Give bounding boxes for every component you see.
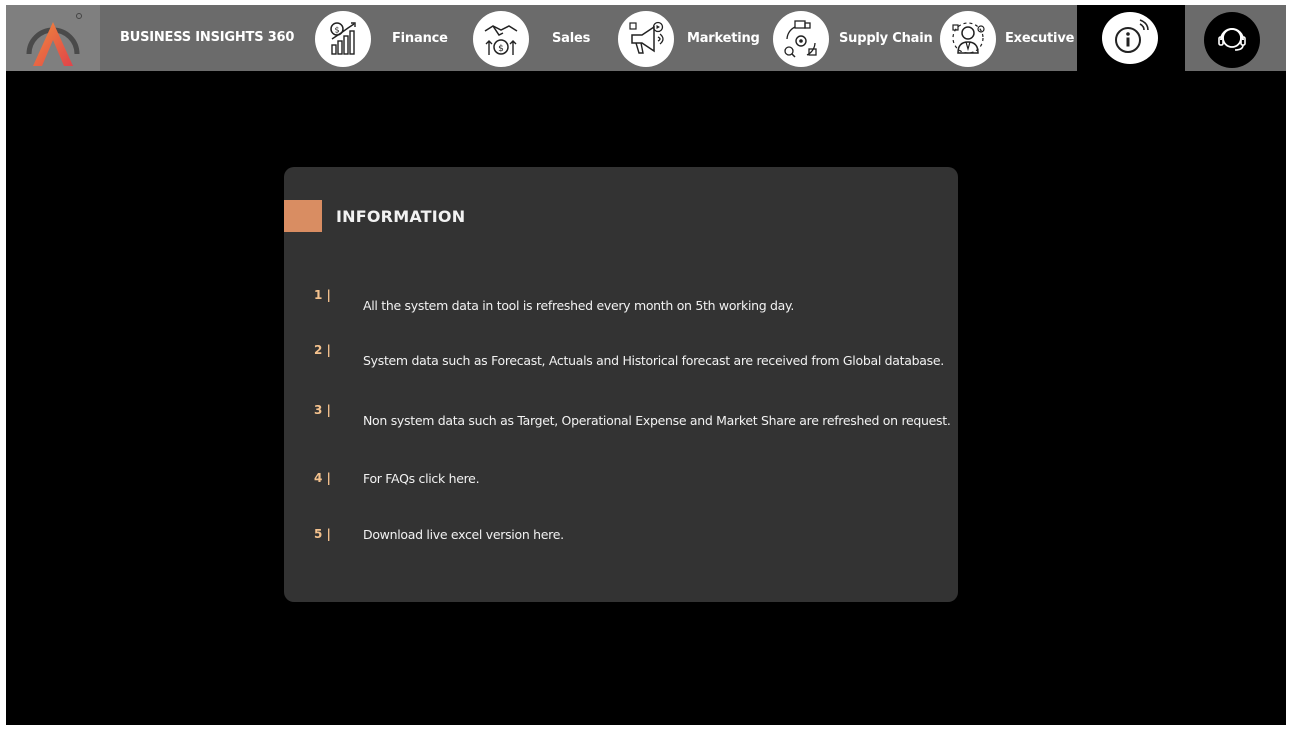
info-icon-circle bbox=[1102, 12, 1158, 64]
support-button[interactable] bbox=[1204, 12, 1260, 68]
handshake-dollar-icon: $ bbox=[484, 25, 518, 55]
report-canvas: BUSINESS INSIGHTS 360 $ Finance $ Sales … bbox=[6, 5, 1286, 725]
item-1-text: All the system data in tool is refreshed… bbox=[363, 298, 795, 313]
panel-accent-marker bbox=[284, 200, 322, 232]
marketing-nav-icon-button[interactable] bbox=[618, 11, 674, 67]
item-4-number: 4 | bbox=[314, 471, 331, 485]
nav-finance-label[interactable]: Finance bbox=[392, 5, 448, 71]
nav-supply-chain-label[interactable]: Supply Chain bbox=[839, 5, 933, 71]
brand-logo-icon bbox=[26, 13, 82, 66]
supply-chain-nav-icon-button[interactable] bbox=[773, 11, 829, 67]
item-3-number: 3 | bbox=[314, 403, 331, 417]
supply-chain-cycle-icon bbox=[784, 20, 817, 58]
sales-nav-icon-button[interactable]: $ bbox=[473, 11, 529, 67]
item-2-number: 2 | bbox=[314, 343, 331, 357]
nav-sales-label[interactable]: Sales bbox=[552, 5, 590, 71]
faq-link[interactable]: For FAQs click here. bbox=[363, 471, 480, 486]
finance-nav-icon-button[interactable]: $ bbox=[315, 11, 371, 67]
logo-container bbox=[6, 5, 100, 71]
finance-growth-chart-icon: $ bbox=[330, 22, 356, 55]
nav-executive-label[interactable]: Executive bbox=[1005, 5, 1074, 71]
info-icon bbox=[1115, 19, 1149, 53]
panel-title: INFORMATION bbox=[336, 207, 466, 226]
item-5-number: 5 | bbox=[314, 527, 331, 541]
svg-text:$: $ bbox=[334, 26, 339, 35]
information-panel: INFORMATION 1 | All the system data in t… bbox=[284, 167, 958, 602]
download-excel-link[interactable]: Download live excel version here. bbox=[363, 527, 564, 542]
item-2-text: System data such as Forecast, Actuals an… bbox=[363, 353, 944, 368]
svg-text:$: $ bbox=[498, 44, 504, 54]
nav-marketing-label[interactable]: Marketing bbox=[687, 5, 760, 71]
item-1-number: 1 | bbox=[314, 288, 331, 302]
info-tab[interactable] bbox=[1077, 5, 1185, 71]
item-3-text: Non system data such as Target, Operatio… bbox=[363, 413, 951, 428]
top-navigation-bar: BUSINESS INSIGHTS 360 $ Finance $ Sales … bbox=[6, 5, 1286, 71]
support-headset-icon bbox=[1218, 28, 1246, 51]
executive-person-icon bbox=[952, 22, 985, 54]
megaphone-icon bbox=[629, 21, 664, 54]
app-title: BUSINESS INSIGHTS 360 bbox=[120, 30, 295, 45]
executive-nav-icon-button[interactable] bbox=[940, 11, 996, 67]
